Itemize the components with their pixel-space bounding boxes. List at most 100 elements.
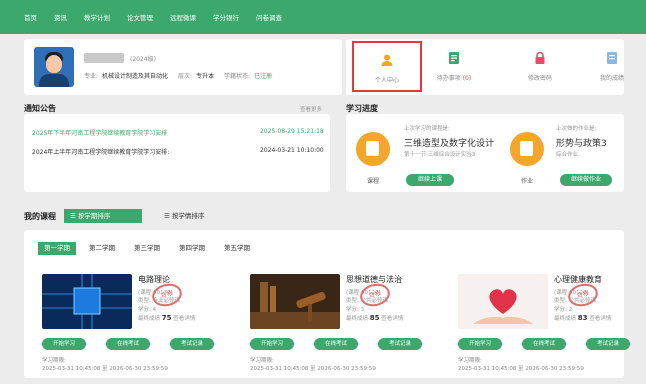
study-period: 2025-03-31 10:45:08 至 2026-06-30 23:59:5… xyxy=(42,366,168,372)
study-period-label: 学习期限: xyxy=(42,358,66,364)
start-study-button[interactable]: 开始学习 xyxy=(42,338,86,350)
progress-title: 学习进度 xyxy=(346,104,378,113)
course-type: 类型: 公共必修课 xyxy=(554,298,597,304)
course-credit: 学分: 2 xyxy=(554,307,573,313)
course-type: 类型: 公共必修课 xyxy=(346,298,389,304)
exam-record-button[interactable]: 考试记录 xyxy=(378,338,422,350)
tab-term-2[interactable]: 第二学期 xyxy=(83,242,121,255)
change-password-button[interactable]: 修改密码 xyxy=(510,39,570,95)
nav-micro-course[interactable]: 远程微课 xyxy=(170,12,196,22)
course-code: (课程:00127) xyxy=(346,290,381,296)
nav-news[interactable]: 资讯 xyxy=(54,12,67,22)
notice-item-text: 2025年下半年河南工程学院继续教育学院学习安排 xyxy=(32,130,168,137)
user-icon xyxy=(381,54,393,66)
online-exam-button[interactable]: 在线考试 xyxy=(522,338,566,350)
homework-progress-icon xyxy=(510,132,544,166)
course-label: 课程 xyxy=(367,178,380,185)
exam-record-button[interactable]: 考试记录 xyxy=(586,338,630,350)
tab-term-5[interactable]: 第五学期 xyxy=(218,242,256,255)
score-detail-link[interactable]: 查看详情 xyxy=(173,316,195,322)
homework-last-section: 综合作业 xyxy=(556,152,579,158)
homework-label: 作业 xyxy=(521,178,534,185)
sort-by-term-button[interactable]: ☰ 按学期排序 xyxy=(64,209,142,223)
start-study-button[interactable]: 开始学习 xyxy=(458,338,502,350)
score-label: 最终成绩 xyxy=(138,316,161,322)
start-study-button[interactable]: 开始学习 xyxy=(250,338,294,350)
homework-last-label: 上次做的作业是: xyxy=(556,126,597,132)
sort-term-icon: ☰ xyxy=(70,212,78,220)
course-card: 电路理论 合格 (课程:00177) 类型: 专业必修课 学分: 4 最终成绩 … xyxy=(42,274,232,384)
level-label: 层次: xyxy=(178,73,193,80)
notice-item-date: 2024-03-21 10:10:00 xyxy=(260,147,324,154)
score-detail-link[interactable]: 查看详情 xyxy=(589,316,611,322)
course-name[interactable]: 心理健康教育 xyxy=(554,274,602,285)
study-period-label: 学习期限: xyxy=(458,358,482,364)
status-label: 学籍状态: xyxy=(224,73,251,80)
todo-list-icon xyxy=(449,52,459,64)
course-card: 思想道德与法治 合格 (课程:00127) 类型: 公共必修课 学分: 3 最终… xyxy=(250,274,440,384)
tab-term-1[interactable]: 第一学期 xyxy=(38,242,76,255)
study-period: 2025-03-31 10:45:08 至 2026-06-30 23:59:5… xyxy=(250,366,376,372)
major-value: 机械设计制造及其自动化 xyxy=(102,73,169,80)
course-last-section: 第十一节 三维综合设计实验3 xyxy=(404,152,476,158)
major-label: 专业: xyxy=(84,73,99,80)
nav-home[interactable]: 首页 xyxy=(24,12,37,22)
notice-item[interactable]: 2025年下半年河南工程学院继续教育学院学习安排 2025-08-29 15:2… xyxy=(32,128,324,137)
lock-icon xyxy=(535,51,545,64)
course-last-name: 三维造型及数字化设计 xyxy=(404,139,495,149)
notice-more-link[interactable]: 查看更多 xyxy=(300,105,322,113)
course-type: 类型: 专业必修课 xyxy=(138,298,181,304)
course-last-label: 上次学习的课程是: xyxy=(404,126,450,132)
score-label: 最终成绩 xyxy=(346,316,369,322)
courses-panel: 第一学期 第二学期 第三学期 第四学期 第五学期 电路理论 合格 (课程:001… xyxy=(24,230,630,378)
course-score: 83 xyxy=(577,314,588,322)
avatar xyxy=(34,47,74,87)
notice-item[interactable]: 2024年上半年河南工程学院继续教育学院学习安排: 2024-03-21 10:… xyxy=(32,147,324,156)
todo-button[interactable]: 待办事项 (0) xyxy=(424,39,484,95)
todo-count: (0) xyxy=(462,75,472,82)
online-exam-button[interactable]: 在线考试 xyxy=(106,338,150,350)
term-tabs: 第一学期 第二学期 第三学期 第四学期 第五学期 xyxy=(38,242,263,255)
courses-title: 我的课程 xyxy=(24,212,56,221)
online-exam-button[interactable]: 在线考试 xyxy=(314,338,358,350)
top-nav: 首页 资讯 教学计划 论文管理 远程微课 学分银行 问卷调查 xyxy=(0,0,646,34)
course-thumbnail-law xyxy=(250,274,340,329)
notice-card: 2025年下半年河南工程学院继续教育学院学习安排 2025-08-29 15:2… xyxy=(24,114,330,192)
status-value: 已注册 xyxy=(254,73,273,80)
course-credit: 学分: 3 xyxy=(346,307,365,313)
continue-homework-button[interactable]: 继续做作业 xyxy=(560,174,612,186)
todo-label: 待办事项 xyxy=(436,75,461,82)
level-value: 专升本 xyxy=(196,73,215,80)
exam-record-button[interactable]: 考试记录 xyxy=(170,338,214,350)
nav-teaching-plan[interactable]: 教学计划 xyxy=(84,12,110,22)
course-card: 心理健康教育 合格 (课程:00128) 类型: 公共必修课 学分: 2 最终成… xyxy=(458,274,646,384)
student-info: 专业: 机械设计制造及其自动化 层次: 专升本 学籍状态: 已注册 xyxy=(84,71,272,80)
course-progress-icon xyxy=(356,132,390,166)
tab-term-3[interactable]: 第三学期 xyxy=(128,242,166,255)
course-thumbnail-heart xyxy=(458,274,548,329)
change-password-label: 修改密码 xyxy=(527,75,552,82)
nav-thesis[interactable]: 论文管理 xyxy=(127,12,153,22)
course-code: (课程:00177) xyxy=(138,290,173,296)
quick-links: 个人中心 待办事项 (0) 修改密码 我的成绩 xyxy=(346,39,624,95)
student-grade: (2024级) xyxy=(130,56,156,63)
study-period-label: 学习期限: xyxy=(250,358,274,364)
sort-status-icon: ☰ xyxy=(164,212,172,220)
nav-survey[interactable]: 问卷调查 xyxy=(256,12,282,22)
course-thumbnail-circuit xyxy=(42,274,132,329)
course-score: 75 xyxy=(161,314,172,322)
sort-by-status-button[interactable]: ☰ 按学情排序 xyxy=(158,209,224,223)
course-credit: 学分: 4 xyxy=(138,307,157,313)
continue-course-button[interactable]: 继续上课 xyxy=(406,174,454,186)
profile-card: (2024级) 专业: 机械设计制造及其自动化 层次: 专升本 学籍状态: 已注… xyxy=(24,39,342,95)
score-detail-link[interactable]: 查看详情 xyxy=(381,316,403,322)
personal-center-button[interactable]: 个人中心 xyxy=(352,41,422,92)
study-period: 2025-03-31 10:45:08 至 2026-06-30 23:59:5… xyxy=(458,366,584,372)
course-code: (课程:00128) xyxy=(554,290,589,296)
my-scores-button[interactable]: 我的成绩 xyxy=(582,39,642,95)
nav-credit-bank[interactable]: 学分银行 xyxy=(213,12,239,22)
notice-item-date: 2025-08-29 15:21:18 xyxy=(260,128,324,135)
score-sheet-icon xyxy=(607,52,617,64)
student-name-redacted xyxy=(84,53,124,63)
tab-term-4[interactable]: 第四学期 xyxy=(173,242,211,255)
